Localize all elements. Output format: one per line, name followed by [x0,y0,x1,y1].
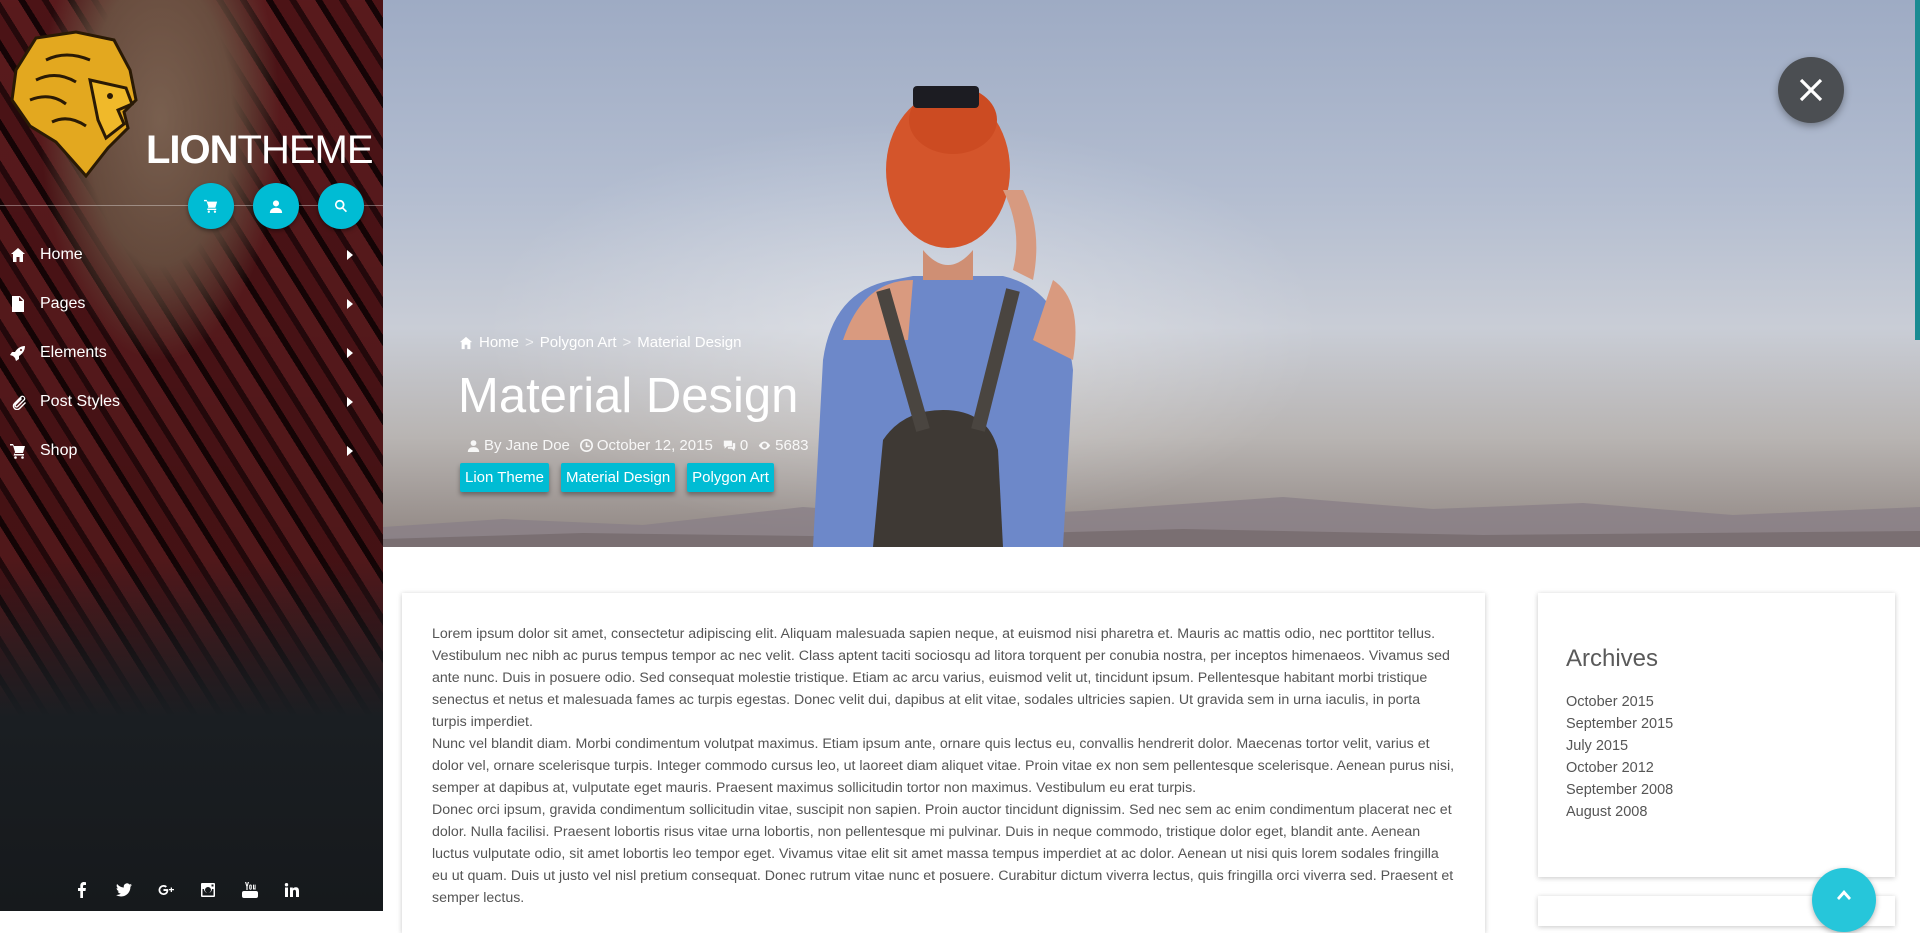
caret-right-icon [347,250,353,260]
twitter-icon[interactable] [114,880,134,900]
post-date: October 12, 2015 [579,437,713,454]
home-icon [11,247,25,262]
post-views-count: 5683 [775,437,809,454]
lion-logo-icon [10,30,138,178]
file-icon [12,295,24,312]
post-paragraph: Lorem ipsum dolor sit amet, consectetur … [432,626,1450,730]
archive-link[interactable]: September 2008 [1566,779,1867,801]
breadcrumb-home[interactable]: Home [479,334,519,351]
post-content: Lorem ipsum dolor sit amet, consectetur … [402,593,1485,933]
nav-item-label: Shop [40,441,78,459]
rocket-icon [10,345,25,361]
post-date-text: October 12, 2015 [596,437,713,454]
brand-light: THEME [237,128,374,172]
brand-name: LIONTHEME [146,128,374,173]
nav-item-home[interactable]: Home [0,230,383,279]
search-icon [335,199,348,213]
post-author-text: By Jane Doe [484,437,570,454]
post-paragraph: Donec orci ipsum, gravida condimentum so… [432,802,1454,906]
close-button[interactable] [1778,57,1844,123]
nav-item-elements[interactable]: Elements [0,328,383,377]
nav-item-label: Elements [40,343,107,361]
eye-icon [758,441,771,450]
post-author[interactable]: By Jane Doe [467,437,570,454]
sidebar: LIONTHEME Home Pages Elements Post Style… [0,0,383,911]
breadcrumb-category[interactable]: Polygon Art [540,334,617,351]
breadcrumb: Home > Polygon Art > Material Design [459,334,741,351]
archive-link[interactable]: October 2012 [1566,757,1867,779]
main-nav: Home Pages Elements Post Styles Shop [0,230,383,475]
linkedin-icon[interactable] [282,880,302,900]
breadcrumb-separator: > [622,334,632,351]
user-icon [467,440,480,452]
archive-link[interactable]: August 2008 [1566,801,1867,823]
tag-material-design[interactable]: Material Design [560,463,676,492]
caret-right-icon [347,397,353,407]
nav-item-pages[interactable]: Pages [0,279,383,328]
social-links [72,880,302,900]
breadcrumb-separator: > [525,334,534,351]
comments-icon [723,440,735,452]
youtube-icon[interactable] [240,880,260,900]
post-views: 5683 [758,437,809,454]
scrollbar-thumb[interactable] [1915,0,1920,340]
nav-item-label: Pages [40,294,86,312]
cart-button[interactable] [188,183,234,229]
nav-item-post-styles[interactable]: Post Styles [0,377,383,426]
page-title: Material Design [458,369,799,423]
google-plus-icon[interactable] [156,880,176,900]
home-icon [459,336,473,349]
sidebar-shade [0,560,383,911]
archives-list: October 2015 September 2015 July 2015 Oc… [1566,691,1867,823]
hero-photo-subject [813,86,1076,547]
cart-icon [10,443,25,459]
archive-link[interactable]: September 2015 [1566,713,1867,735]
post-comments-count: 0 [739,437,749,454]
paperclip-icon [12,395,26,410]
close-icon [1799,78,1823,102]
back-to-top-button[interactable] [1812,868,1876,932]
brand-bold: LION [146,128,239,172]
caret-right-icon [347,299,353,309]
archives-title: Archives [1566,645,1659,672]
account-button[interactable] [253,183,299,229]
user-icon [269,200,283,213]
archive-link[interactable]: October 2015 [1566,691,1867,713]
nav-item-label: Home [40,245,83,263]
archives-widget: Archives October 2015 September 2015 Jul… [1538,593,1895,877]
archive-link[interactable]: July 2015 [1566,735,1867,757]
caret-right-icon [347,446,353,456]
caret-right-icon [347,348,353,358]
facebook-icon[interactable] [72,880,92,900]
cart-icon [204,199,218,213]
post-paragraph: Nunc vel blandit diam. Morbi condimentum… [432,736,1455,796]
post-comments[interactable]: 0 [723,437,748,454]
chevron-up-icon [1837,890,1851,900]
search-button[interactable] [318,183,364,229]
tag-lion-theme[interactable]: Lion Theme [460,463,549,492]
nav-item-shop[interactable]: Shop [0,426,383,475]
instagram-icon[interactable] [198,880,218,900]
tag-polygon-art[interactable]: Polygon Art [687,463,774,492]
post-tags: Lion Theme Material Design Polygon Art [460,463,774,492]
clock-icon [579,439,593,452]
nav-item-label: Post Styles [40,392,121,410]
site-logo[interactable]: LIONTHEME [6,30,374,178]
post-meta: By Jane Doe October 12, 2015 0 5683 [467,437,809,454]
breadcrumb-current: Material Design [637,334,742,351]
